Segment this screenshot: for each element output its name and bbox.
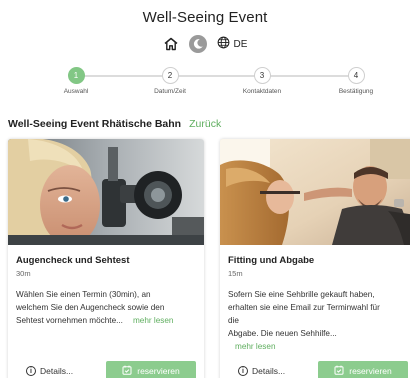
card-duration: 30m (16, 269, 31, 278)
reserve-label: reservieren (349, 366, 392, 376)
reserve-button[interactable]: reservieren (318, 361, 408, 378)
step-circle: 2 (161, 67, 179, 84)
step-circle: 1 (67, 67, 85, 84)
service-card-fitting: Fitting und Abgabe 15m Sofern Sie eine S… (220, 139, 410, 378)
step-label: Bestätigung (338, 88, 374, 95)
card-title: Fitting und Abgabe (228, 255, 315, 266)
step-bestaetigung[interactable]: 4 Bestätigung (321, 67, 391, 95)
info-icon: i (26, 366, 36, 376)
description-line: Sehtest vornehmen möchte... (16, 316, 123, 325)
card-body: Fitting und Abgabe 15m Sofern Sie eine S… (220, 245, 410, 353)
details-label: Details... (252, 366, 286, 376)
card-footer: i Details... reservieren (16, 361, 196, 378)
step-label: Kontaktdaten (242, 88, 282, 95)
step-label: Auswahl (63, 88, 89, 95)
details-button[interactable]: i Details... (238, 366, 285, 376)
header-toolbar: DE (0, 34, 410, 54)
card-body: Augencheck und Sehtest 30m Wählen Sie ei… (8, 245, 204, 327)
details-label: Details... (40, 366, 74, 376)
moon-icon[interactable] (188, 35, 207, 53)
home-icon[interactable] (163, 36, 179, 52)
card-footer: i Details... reservieren (228, 361, 408, 378)
reserve-button[interactable]: reservieren (106, 361, 196, 378)
globe-icon (217, 36, 230, 52)
step-label: Datum/Zeit (154, 88, 186, 95)
step-auswahl[interactable]: 1 Auswahl (41, 67, 111, 95)
description-line: Wählen Sie einen Termin (30min), an (16, 290, 151, 299)
description-line: welchem Sie den Augencheck sowie den (16, 303, 165, 312)
read-more-link[interactable]: mehr lesen (235, 340, 408, 353)
step-kontaktdaten[interactable]: 3 Kontaktdaten (227, 67, 297, 95)
description-line: erhalten sie eine Email zur Terminwahl f… (228, 303, 380, 312)
fitting-photo (220, 139, 410, 245)
card-description: Wählen Sie einen Termin (30min), an welc… (16, 288, 196, 327)
card-duration: 15m (228, 269, 243, 278)
back-link[interactable]: Zurück (189, 118, 221, 130)
card-description: Sofern Sie eine Sehbrille gekauft haben,… (228, 288, 408, 353)
app-header: Well-Seeing Event DE (0, 0, 410, 54)
info-icon: i (238, 366, 248, 376)
step-circle: 3 (253, 67, 271, 84)
calendar-check-icon (334, 365, 344, 377)
eye-exam-photo (8, 139, 204, 245)
language-code: DE (233, 38, 248, 50)
details-button[interactable]: i Details... (26, 366, 73, 376)
event-title: Well-Seeing Event (142, 9, 268, 26)
card-title: Augencheck und Sehtest (16, 255, 130, 266)
section-header: Well-Seeing Event Rhätische Bahn Zurück (8, 118, 221, 130)
step-circle: 4 (347, 67, 365, 84)
step-datum-zeit[interactable]: 2 Datum/Zeit (135, 67, 205, 95)
service-card-augencheck: Augencheck und Sehtest 30m Wählen Sie ei… (8, 139, 204, 378)
description-line: Sofern Sie eine Sehbrille gekauft haben, (228, 290, 375, 299)
calendar-check-icon (122, 365, 132, 377)
language-selector[interactable]: DE (217, 36, 248, 52)
reserve-label: reservieren (137, 366, 180, 376)
description-line: die (228, 316, 239, 325)
section-title: Well-Seeing Event Rhätische Bahn (8, 118, 182, 130)
description-line: Abgabe. Die neuen Sehhilfe... (228, 329, 337, 338)
read-more-link[interactable]: mehr lesen (133, 316, 174, 325)
booking-stepper: 1 Auswahl 2 Datum/Zeit 3 Kontaktdaten 4 … (0, 67, 410, 97)
